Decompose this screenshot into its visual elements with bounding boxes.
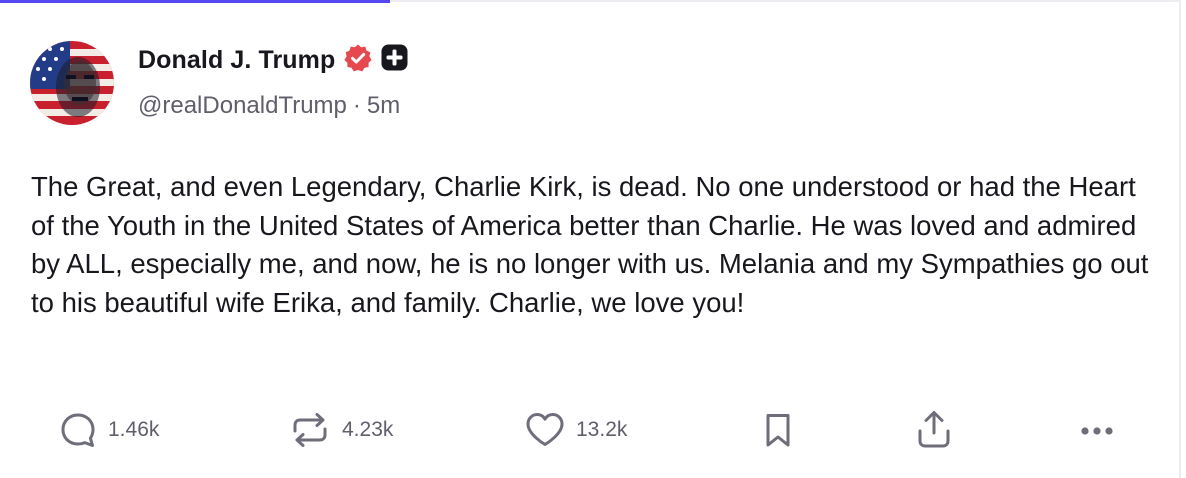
top-accent-bar (0, 0, 390, 3)
post-timestamp[interactable]: 5m (367, 92, 400, 119)
share-button[interactable] (914, 408, 954, 452)
bookmark-button[interactable] (761, 408, 795, 452)
reply-count: 1.46k (108, 418, 160, 441)
bookmark-icon (761, 410, 795, 450)
retruth-icon (288, 410, 332, 450)
more-options-button[interactable] (1076, 408, 1120, 452)
right-border (1179, 0, 1181, 478)
handle-row: @realDonaldTrump · 5m (138, 92, 400, 120)
like-button[interactable]: 13.2k (524, 408, 627, 452)
retruth-button[interactable]: 4.23k (288, 408, 393, 452)
heart-icon (524, 410, 566, 450)
author-name[interactable]: Donald J. Trump (138, 46, 335, 75)
reply-icon (58, 410, 98, 450)
avatar[interactable] (30, 41, 114, 125)
like-count: 13.2k (576, 418, 628, 441)
share-icon (914, 409, 954, 451)
reply-button[interactable]: 1.46k (58, 408, 159, 452)
more-icon (1076, 410, 1120, 450)
author-handle[interactable]: @realDonaldTrump (138, 92, 347, 119)
top-border (390, 0, 1181, 2)
post-card: Donald J. Trump @realDonaldTrump · 5m The … (0, 0, 1186, 478)
retruth-count: 4.23k (342, 418, 394, 441)
separator-dot: · (352, 92, 361, 119)
plus-badge-icon (381, 44, 408, 76)
action-bar: 1.46k 4.23k 13.2k (0, 408, 1186, 452)
author-row: Donald J. Trump (138, 42, 408, 78)
post-body: The Great, and even Legendary, Charlie K… (31, 171, 1149, 318)
verified-badge-icon (343, 43, 373, 78)
